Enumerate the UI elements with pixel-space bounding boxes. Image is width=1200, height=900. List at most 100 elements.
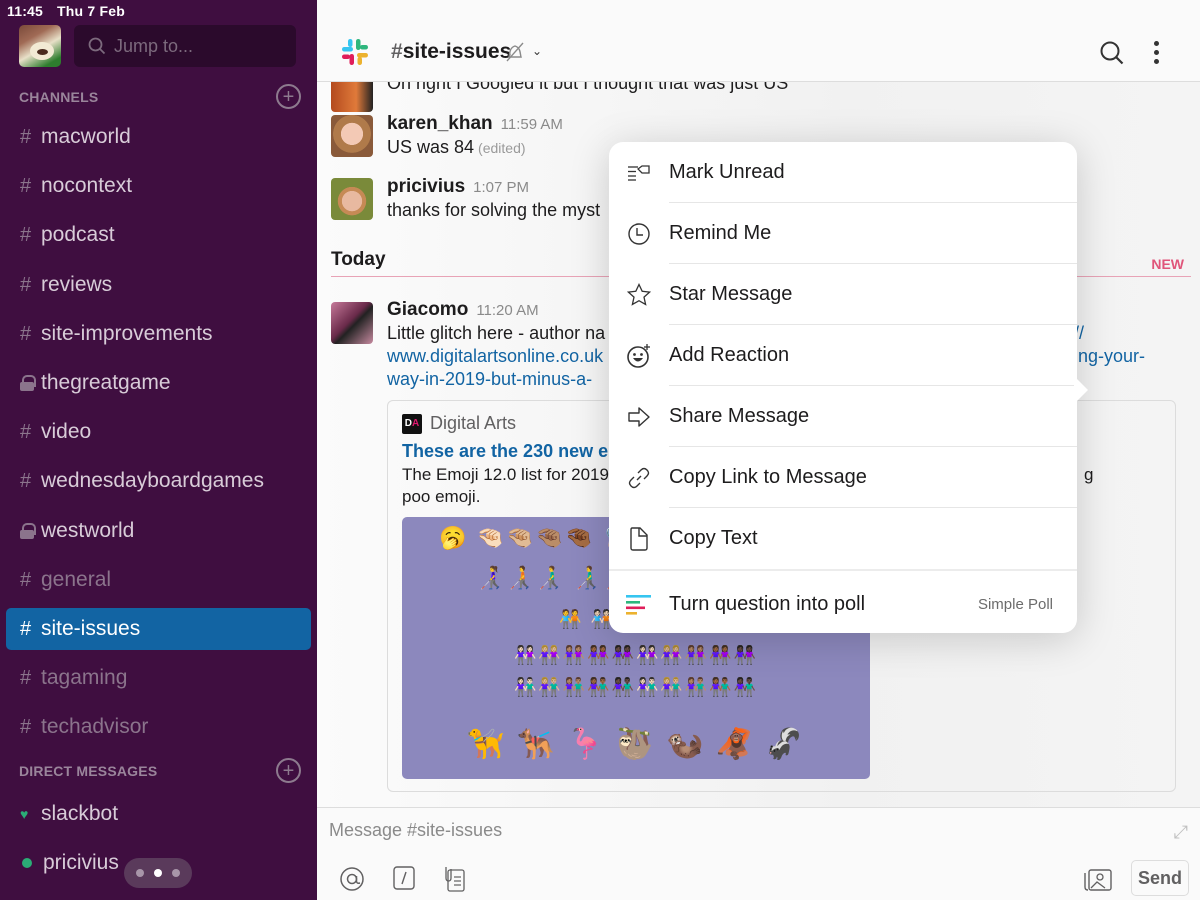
menu-item-label: Add Reaction [669,344,790,366]
message-link[interactable]: www.digitalartsonline.co.uk [387,346,603,367]
add-channel-button[interactable]: + [276,84,301,109]
sidebar-channel-general[interactable]: # general [6,559,311,601]
avatar-karen-khan[interactable] [331,115,373,157]
sidebar-channel-reviews[interactable]: # reviews [6,264,311,306]
chevron-down-icon[interactable]: ⌄ [532,44,542,58]
channel-label: techadvisor [41,715,149,738]
channel-label: westworld [41,519,135,542]
menu-item-app-name: Simple Poll [977,596,1053,613]
page-dot-active [154,869,162,877]
author-name: Giacomo [387,299,469,320]
channels-header[interactable]: CHANNELS [19,89,98,105]
muted-bell-icon[interactable] [503,40,527,64]
channel-title[interactable]: #site-issues [391,40,511,64]
avatar[interactable] [331,82,373,112]
status-time: 11:45 [7,3,44,19]
direct-messages-header[interactable]: DIRECT MESSAGES [19,763,157,779]
message-author[interactable]: Giacomo 11:20 AM [387,299,539,321]
jump-to-search[interactable]: Jump to... [74,25,296,67]
sidebar-channel-nocontext[interactable]: # nocontext [6,165,311,207]
menu-item-add-reaction[interactable]: Add Reaction [609,325,1077,386]
sidebar-channel-video[interactable]: # video [6,411,311,453]
menu-item-label: Remind Me [669,222,772,244]
sidebar-channel-podcast[interactable]: # podcast [6,214,311,256]
channel-label: thegreatgame [41,371,171,394]
message-actions-menu: Mark Unread Remind Me Star Message Add R… [609,142,1077,633]
avatar-giacomo[interactable] [331,302,373,344]
menu-item-mark-unread[interactable]: Mark Unread [609,142,1077,203]
sidebar-channel-westworld[interactable]: westworld [6,510,311,552]
unfurl-desc-line: poo emoji. [402,487,481,506]
sidebar-channel-site-improvements[interactable]: # site-improvements [6,313,311,355]
avatar-pricivius[interactable] [331,178,373,220]
dm-item-slackbot[interactable]: ♥ slackbot [6,793,311,835]
dm-label: pricivius [43,851,119,874]
channel-label: reviews [41,273,113,296]
add-dm-button[interactable]: + [276,758,301,783]
menu-item-copy-link[interactable]: Copy Link to Message [609,447,1077,508]
channel-label: tagaming [41,666,128,689]
message-link[interactable]: ing-your- [1074,346,1145,367]
sidebar-channel-tagaming[interactable]: # tagaming [6,657,311,699]
message-body: US was 84 [387,137,475,157]
lock-icon [20,523,36,539]
search-icon[interactable] [1099,40,1125,66]
link-icon [628,467,650,488]
hash-icon: # [20,223,32,246]
plus-icon: + [282,85,295,108]
message-author[interactable]: karen_khan 11:59 AM [387,113,563,135]
hash-icon: # [20,715,32,738]
sidebar-channel-site-issues[interactable]: # site-issues [6,608,311,650]
lock-icon [20,375,36,391]
page-indicator[interactable] [124,858,192,888]
expand-icon[interactable]: ⤢ [1174,822,1188,843]
add-reaction-icon [627,343,650,368]
message-input[interactable] [329,820,1129,841]
author-name: karen_khan [387,113,493,134]
menu-item-star-message[interactable]: Star Message [609,264,1077,325]
presence-dot-icon [22,858,32,868]
message-link[interactable]: way-in-2019-but-minus-a- [387,369,592,390]
hash-icon: # [20,568,32,591]
channel-label: general [41,568,112,591]
plus-icon: + [282,759,295,782]
menu-item-label: Star Message [669,283,793,305]
menu-item-turn-into-poll[interactable]: Turn question into poll Simple Poll [609,574,1077,635]
message-timestamp: 1:07 PM [473,179,530,196]
emoji-row: 🦮 🐕‍🦺 🦩 🦥 🦦 🦧 🦨 [467,728,805,761]
page-dot [172,869,180,877]
hash-icon: # [20,125,32,148]
dm-label: slackbot [41,802,119,825]
heart-icon: ♥ [20,806,29,822]
menu-pointer-arrow [1074,376,1088,404]
hash-icon: # [20,666,32,689]
menu-item-share-message[interactable]: Share Message [609,386,1077,447]
hash-icon: # [20,420,32,443]
channel-label: nocontext [41,174,133,197]
photo-library-icon[interactable] [1083,866,1113,892]
attachment-icon[interactable] [443,866,465,892]
message-text: thanks for solving the myst [387,200,601,220]
mention-icon[interactable] [339,866,365,892]
status-date: Thu 7 Feb [57,3,125,19]
emoji-row: 👭🏻👭🏼👭🏽👭🏾👭🏿👭🏻👭🏼👭🏽👭🏾👭🏿 [513,645,759,665]
sidebar-channel-wednesdayboardgames[interactable]: # wednesdayboardgames [6,460,311,502]
unfurl-desc-line: The Emoji 12.0 list for 2019 [402,465,609,484]
channel-header: #site-issues ⌄ [317,0,1200,82]
sidebar-channel-macworld[interactable]: # macworld [6,116,311,158]
sidebar-channel-thegreatgame[interactable]: thegreatgame [6,362,311,404]
channel-title-prefix: # [391,40,403,63]
slash-command-icon[interactable] [393,866,415,890]
send-button[interactable]: Send [1131,860,1189,896]
sidebar-channel-techadvisor[interactable]: # techadvisor [6,706,311,748]
workspace-avatar[interactable] [19,25,61,67]
menu-item-remind-me[interactable]: Remind Me [609,203,1077,264]
sidebar: 11:45 Thu 7 Feb Jump to... CHANNELS + # ma… [0,0,317,900]
star-icon [626,282,652,306]
digital-arts-logo-icon: DA [402,413,422,434]
more-options-icon[interactable] [1153,41,1161,68]
menu-item-copy-text[interactable]: Copy Text [609,508,1077,569]
message-author[interactable]: pricivius 1:07 PM [387,176,529,198]
unfurl-title[interactable]: These are the 230 new emo [402,441,635,462]
menu-item-label: Share Message [669,405,810,427]
